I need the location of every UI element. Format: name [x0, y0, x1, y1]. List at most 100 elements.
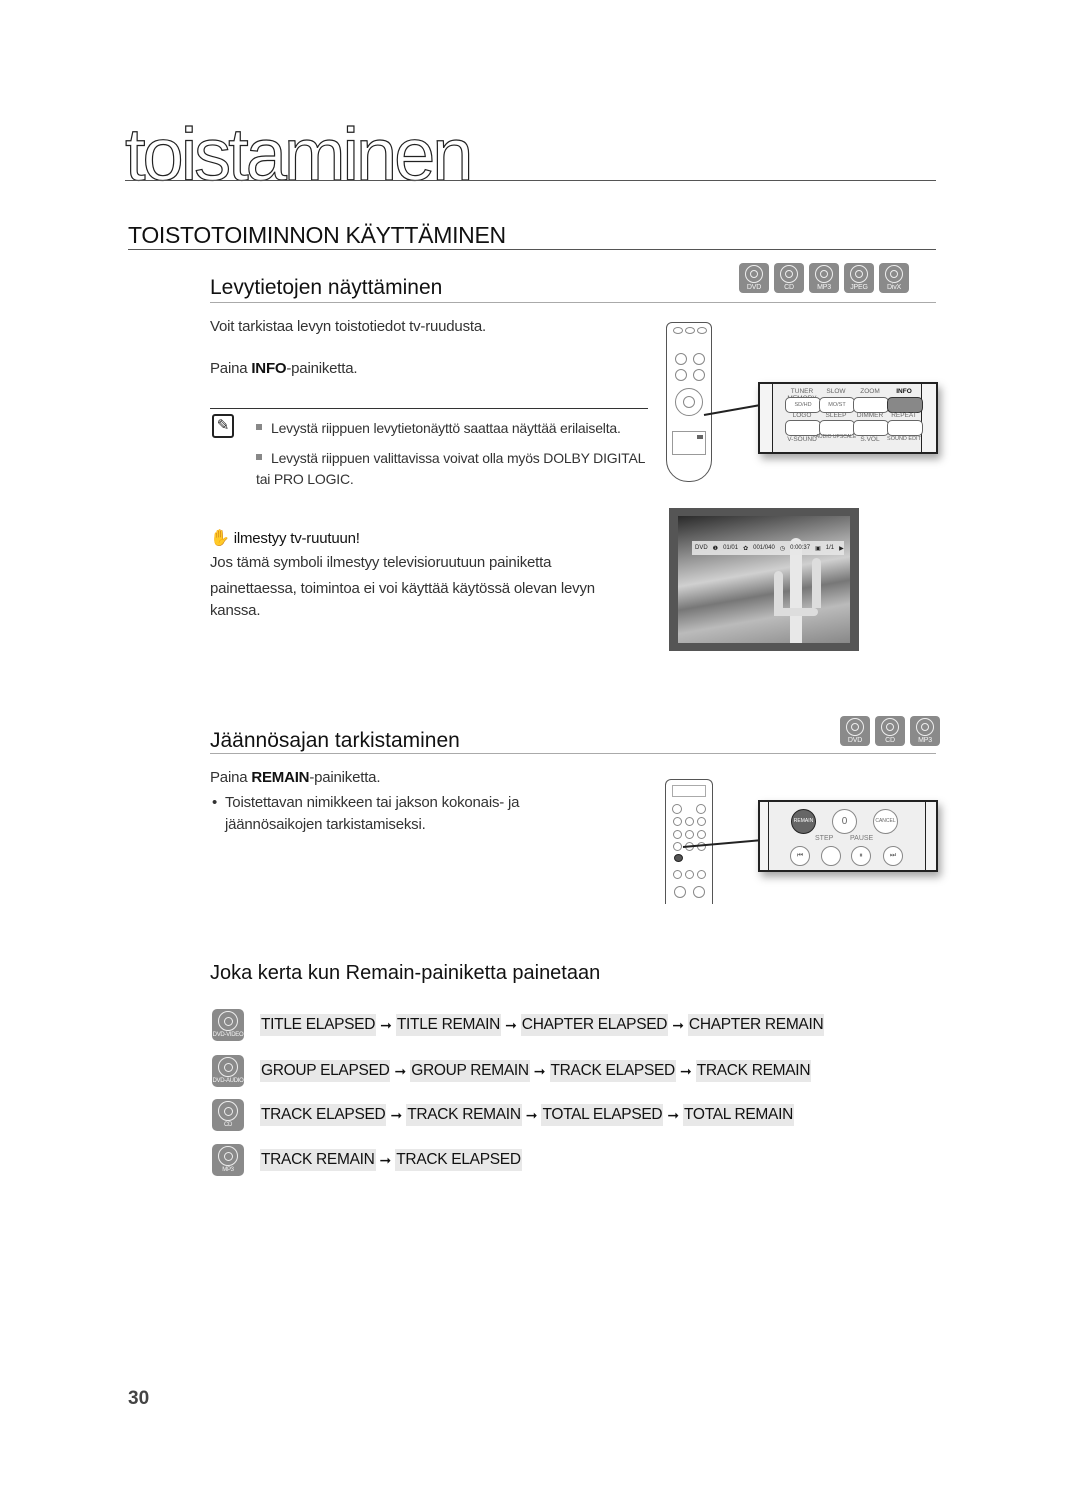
bullet-icon	[256, 424, 262, 431]
sequence-step: TITLE ELAPSED	[260, 1014, 377, 1036]
disc-badge-mp3: MP3	[910, 716, 940, 746]
pause-label: PAUSE	[850, 835, 874, 842]
note-item-2: Levystä riippuen valittavissa voivat oll…	[256, 448, 646, 490]
sequence-step: TRACK REMAIN	[260, 1149, 376, 1171]
disc-badge-label: DVD	[746, 284, 762, 291]
info-button	[887, 397, 923, 413]
sequence-step: TRACK ELAPSED	[260, 1104, 387, 1126]
disc-badge-cd: CD	[875, 716, 905, 746]
arrow-right-icon: ➞	[679, 1062, 692, 1079]
osd-time: 0:00:37	[790, 545, 811, 551]
arrow-right-icon: ➞	[505, 1016, 517, 1033]
sequence-step: GROUP ELAPSED	[260, 1060, 391, 1082]
hand-text-2: painettaessa, toimintoa ei voi käyttää k…	[210, 580, 595, 619]
disc-badge-mp3: MP3	[809, 263, 839, 293]
disc-badges: DVD CD MP3 JPEG DivX	[739, 263, 909, 293]
sequence-step: TITLE REMAIN	[395, 1014, 502, 1036]
disc-icon	[885, 265, 903, 283]
info-button-callout: TUNER MEMORY SLOW ZOOM INFO SD/HD MO/ST …	[758, 382, 938, 454]
tv-picture: DVD ❶ 01/01 ✿ 001/040 ◷ 0:00:37 ▣ 1/1 ▶	[678, 516, 850, 643]
skip-forward-button: ⏭	[883, 846, 903, 866]
section-divider	[128, 249, 936, 250]
disc-mp3-icon: MP3	[212, 1144, 244, 1176]
remain-bullet: • Toistettavan nimikkeen tai jakson koko…	[212, 792, 552, 836]
sequence-step: CHAPTER ELAPSED	[520, 1014, 669, 1036]
sequence-step: TRACK REMAIN	[695, 1060, 812, 1082]
disc-badge-label: CD	[885, 737, 895, 744]
disc-badge-label: CD	[784, 284, 794, 291]
step-button	[821, 846, 841, 866]
skip-back-button: ⏮	[790, 846, 810, 866]
disc-icon	[815, 265, 833, 283]
disc-badge-label: JPEG	[850, 284, 868, 291]
remote-control-illustration	[665, 779, 713, 904]
sequence-step: TOTAL ELAPSED	[541, 1104, 664, 1126]
sdhd-button: SD/HD	[785, 397, 821, 413]
sequence-step: TRACK ELAPSED	[395, 1149, 522, 1171]
zoom-button	[853, 397, 889, 413]
pause-button: ⏸	[851, 846, 871, 866]
info-button-name: INFO	[251, 360, 287, 377]
camera-icon: ▣	[815, 545, 821, 552]
callout-label: SOUND EDIT	[887, 436, 921, 442]
disc-badge-divx: DivX	[879, 263, 909, 293]
most-button: MO/ST	[819, 397, 855, 413]
disc-badge-label: MP3	[817, 284, 831, 291]
arrow-right-icon: ➞	[672, 1016, 684, 1033]
repeat-button	[887, 420, 923, 436]
sequence-step: TOTAL REMAIN	[683, 1104, 794, 1126]
disc-badge-label: DVD	[847, 737, 863, 744]
osd-chapter: 001/040	[753, 545, 775, 551]
callout-line	[703, 404, 760, 416]
tv-osd-bar: DVD ❶ 01/01 ✿ 001/040 ◷ 0:00:37 ▣ 1/1 ▶	[692, 541, 844, 555]
tv-screen-illustration: DVD ❶ 01/01 ✿ 001/040 ◷ 0:00:37 ▣ 1/1 ▶	[669, 508, 859, 651]
page-number: 30	[128, 1388, 150, 1409]
zero-button: 0	[832, 809, 857, 834]
remote-control-illustration	[666, 322, 712, 482]
arrow-right-icon: ➞	[390, 1106, 403, 1123]
disc-icon	[916, 718, 934, 736]
note-text: Levystä riippuen levytietonäyttö saattaa…	[271, 420, 621, 436]
arrow-right-icon: ➞	[380, 1016, 392, 1033]
press-remain-instruction: Paina REMAIN-painiketta.	[210, 767, 380, 789]
title-icon: ❶	[712, 545, 719, 552]
disc-badge-cd: CD	[774, 263, 804, 293]
subsection-divider	[210, 753, 936, 754]
play-icon: ▶	[839, 545, 844, 552]
disc-icon	[846, 718, 864, 736]
osd-disc: DVD	[695, 545, 708, 551]
sequence-row: DVD-AUDIO GROUP ELAPSED ➞ GROUP REMAIN ➞ TRAC…	[212, 1055, 812, 1087]
callout-label-info: INFO	[896, 388, 912, 395]
subsection-title-disc-info: Levytietojen näyttäminen	[210, 276, 443, 299]
disc-badges: DVD CD MP3	[840, 716, 940, 746]
disc-badge-dvd: DVD	[840, 716, 870, 746]
osd-title: 01/01	[723, 545, 739, 551]
disc-badge-label: DivX	[887, 284, 901, 291]
bullet-icon	[256, 454, 262, 461]
sequence-step: CHAPTER REMAIN	[687, 1014, 825, 1036]
press-suffix: -painiketta.	[286, 360, 358, 377]
dimmer-button	[853, 420, 889, 436]
disc-badge-label: MP3	[918, 737, 932, 744]
hand-heading-text: ilmestyy tv-ruutuun!	[233, 530, 360, 547]
sequence-step: TRACK REMAIN	[406, 1104, 522, 1126]
sequence-row: MP3 TRACK REMAIN ➞ TRACK ELAPSED	[212, 1144, 522, 1176]
note-item-1: Levystä riippuen levytietonäyttö saattaa…	[256, 418, 646, 438]
press-prefix: Paina	[210, 360, 252, 377]
note-divider	[210, 408, 648, 409]
disc-icon	[850, 265, 868, 283]
remain-bullet-text: Toistettavan nimikkeen tai jakson kokona…	[225, 794, 520, 833]
subsection-divider	[210, 302, 936, 303]
bullet-icon: •	[212, 794, 218, 811]
press-info-instruction: Paina INFO-painiketta.	[210, 358, 358, 380]
remain-button: REMAIN	[791, 809, 816, 834]
disc-badge-jpeg: JPEG	[844, 263, 874, 293]
remain-button-name: REMAIN	[251, 769, 310, 786]
note-icon: ✎	[212, 414, 234, 438]
disc-icon	[881, 718, 899, 736]
remain-button-callout: REMAIN 0 CANCEL STEP PAUSE ⏮ ⏸ ⏭	[758, 800, 938, 872]
section-title: TOISTOTOIMINNON KÄYTTÄMINEN	[128, 222, 506, 248]
hand-heading: ✋ ilmestyy tv-ruutuun!	[210, 527, 360, 550]
sequence-step: TRACK ELAPSED	[549, 1060, 676, 1082]
clock-icon: ◷	[779, 545, 786, 552]
